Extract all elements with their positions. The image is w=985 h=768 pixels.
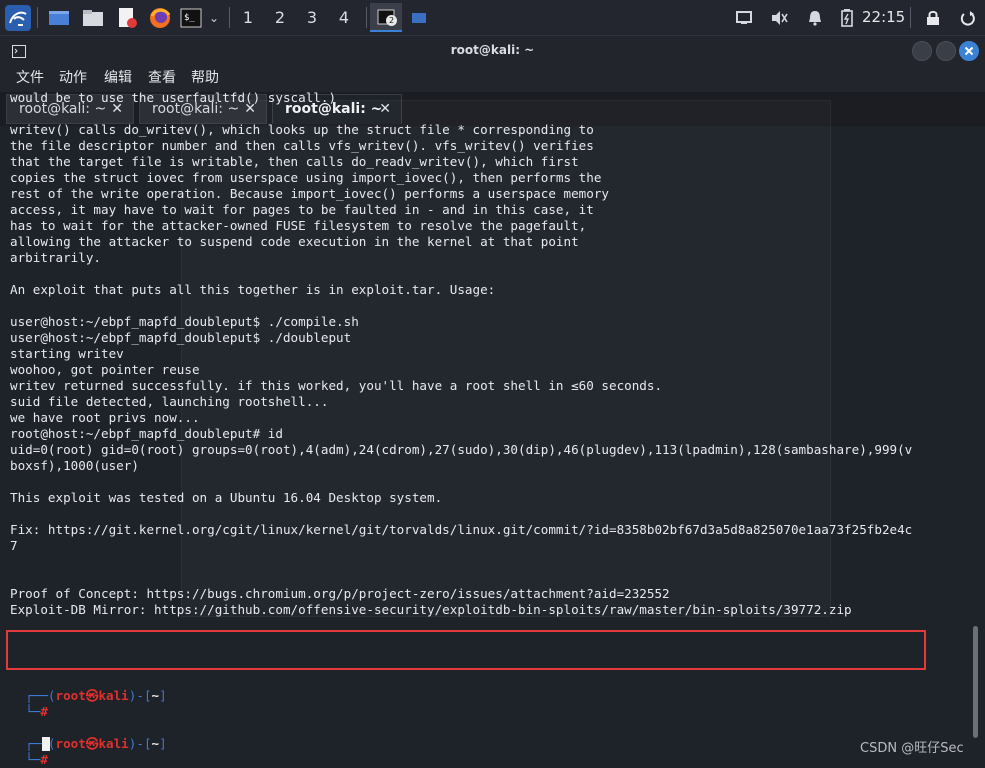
title-bar[interactable]: root@kali: ~ xyxy=(0,36,985,64)
terminal-line: boxsf),1000(user) xyxy=(10,458,139,473)
menu-bar: 文件 动作 编辑 查看 帮助 xyxy=(0,64,985,92)
volume-muted-icon[interactable] xyxy=(767,4,791,31)
prompt-1-line2: └─# xyxy=(25,704,48,719)
terminal-line: 7 xyxy=(10,538,18,553)
terminal-line: the file descriptor number and then call… xyxy=(10,138,594,153)
menu-action[interactable]: 动作 xyxy=(59,64,87,92)
watermark: CSDN @旺仔Sec xyxy=(860,741,964,756)
terminal-line: woohoo, got pointer reuse xyxy=(10,362,200,377)
terminal-line: An exploit that puts all this together i… xyxy=(10,282,496,297)
workspace-4[interactable]: 4 xyxy=(329,0,359,35)
menu-edit[interactable]: 编辑 xyxy=(104,64,132,92)
text-editor-icon[interactable] xyxy=(114,4,140,31)
task-count-badge: 2 xyxy=(386,15,397,26)
maximize-button[interactable] xyxy=(936,41,956,61)
terminal-line: we have root privs now... xyxy=(10,410,200,425)
terminal-line: starting writev xyxy=(10,346,124,361)
firefox-icon[interactable] xyxy=(147,4,173,31)
menu-file[interactable]: 文件 xyxy=(16,64,44,92)
terminal-line: root@host:~/ebpf_mapfd_doubleput# id xyxy=(10,426,283,441)
minimize-button[interactable] xyxy=(912,41,932,61)
terminal-line: access, it may have to wait for pages to… xyxy=(10,202,594,217)
notification-bell-icon[interactable] xyxy=(804,4,826,31)
workspace-1[interactable]: 1 xyxy=(233,0,263,35)
terminal-line: that the target file is writable, then c… xyxy=(10,154,579,169)
chevron-down-icon[interactable]: ⌄ xyxy=(205,4,223,31)
terminal-line: arbitrarily. xyxy=(10,250,101,265)
terminal-line: has to wait for the attacker-owned FUSE … xyxy=(10,218,587,233)
top-panel: $_ ⌄ 1 2 3 4 2 22:15 xyxy=(0,0,985,36)
terminal-line: would be to use the userfaultfd() syscal… xyxy=(10,90,337,105)
terminal-line: Proof of Concept: https://bugs.chromium.… xyxy=(10,586,670,601)
svg-text:$_: $_ xyxy=(184,13,195,23)
terminal-line: suid file detected, launching rootshell.… xyxy=(10,394,329,409)
terminal-line: writev() calls do_writev(), which looks … xyxy=(10,122,594,137)
desktop-icon[interactable] xyxy=(46,4,72,31)
prompt-2: ┌──(root㉿kali)-[~] xyxy=(25,736,167,751)
terminal-output[interactable]: would be to use the userfaultfd() syscal… xyxy=(10,90,970,720)
workspace-2[interactable]: 2 xyxy=(265,0,295,35)
terminal-launcher-icon[interactable]: $_ xyxy=(179,4,203,31)
power-icon[interactable] xyxy=(956,4,980,31)
terminal-line: allowing the attacker to suspend code ex… xyxy=(10,234,579,249)
scrollbar[interactable] xyxy=(973,626,978,738)
prompt-1: ┌──(root㉿kali)-[~] xyxy=(25,688,167,703)
text-cursor xyxy=(42,737,50,751)
terminal-line: Exploit-DB Mirror: https://github.com/of… xyxy=(10,602,852,617)
terminal-line: writev returned successfully. if this wo… xyxy=(10,378,663,393)
file-manager-icon[interactable] xyxy=(80,4,106,31)
close-icon xyxy=(964,46,974,56)
taskbar-window-button[interactable] xyxy=(408,4,430,31)
menu-help[interactable]: 帮助 xyxy=(191,64,219,92)
terminal-line: Fix: https://git.kernel.org/cgit/linux/k… xyxy=(10,522,913,537)
clock[interactable]: 22:15 xyxy=(862,0,905,35)
window-title: root@kali: ~ xyxy=(450,43,535,57)
battery-icon[interactable] xyxy=(838,4,856,31)
menu-view[interactable]: 查看 xyxy=(148,64,176,92)
terminal-line: This exploit was tested on a Ubuntu 16.0… xyxy=(10,490,443,505)
highlight-box xyxy=(6,630,926,670)
workspace-3[interactable]: 3 xyxy=(297,0,327,35)
display-icon[interactable] xyxy=(733,4,755,31)
terminal-line: user@host:~/ebpf_mapfd_doubleput$ ./comp… xyxy=(10,314,359,329)
close-window-button[interactable] xyxy=(959,41,979,61)
taskbar-terminal-button[interactable]: 2 xyxy=(370,3,402,32)
kali-menu-icon[interactable] xyxy=(4,4,32,31)
terminal-line: user@host:~/ebpf_mapfd_doubleput$ ./doub… xyxy=(10,330,352,345)
lock-icon[interactable] xyxy=(922,4,944,31)
terminal-line: copies the struct iovec from userspace u… xyxy=(10,170,602,185)
terminal-line: rest of the write operation. Because imp… xyxy=(10,186,609,201)
terminal-line: uid=0(root) gid=0(root) groups=0(root),4… xyxy=(10,442,913,457)
